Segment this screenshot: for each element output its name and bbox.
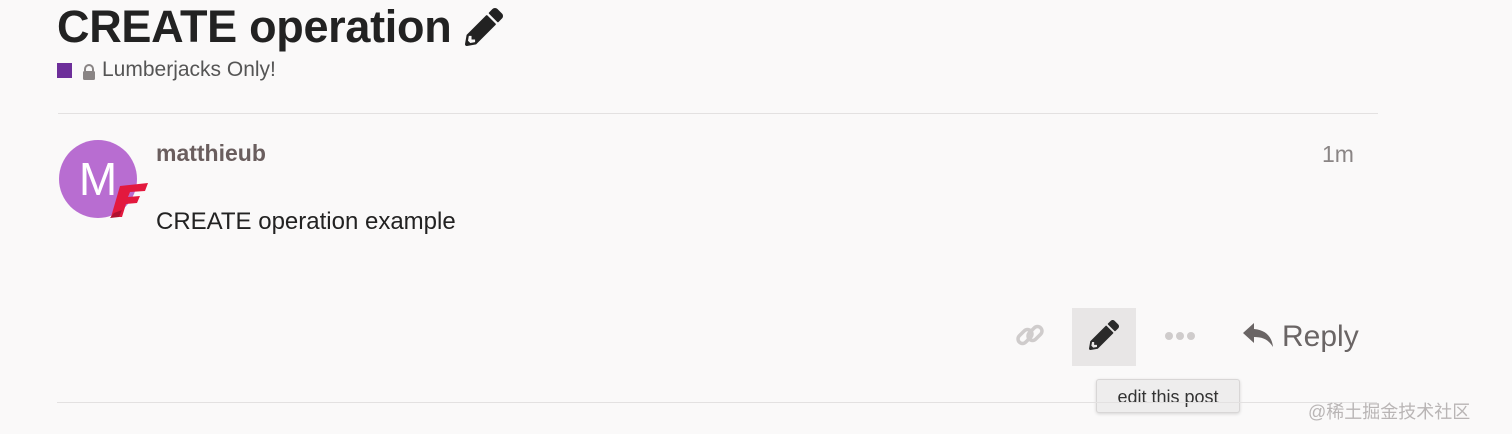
edit-title-pencil-icon[interactable] (465, 8, 504, 47)
post-body: CREATE operation example (156, 208, 456, 235)
ellipsis-icon (1164, 328, 1196, 346)
reply-button[interactable]: Reply (1232, 308, 1372, 366)
topic-title: CREATE operation (57, 1, 452, 52)
link-icon (1014, 319, 1046, 356)
edit-post-button[interactable] (1072, 308, 1136, 366)
category-name: Lumberjacks Only! (102, 58, 276, 81)
more-actions-button[interactable] (1153, 308, 1207, 366)
reply-arrow-icon (1242, 321, 1274, 354)
post-divider (57, 402, 1377, 403)
edit-tooltip: edit this post (1096, 379, 1240, 413)
category-badge[interactable]: Lumberjacks Only! (57, 58, 276, 82)
post-actions: Reply (0, 308, 1512, 366)
copy-link-button[interactable] (1003, 308, 1057, 366)
user-flair-icon (106, 180, 150, 220)
watermark: @稀土掘金技术社区 (1308, 402, 1471, 422)
post-author[interactable]: matthieub (156, 140, 266, 167)
topic-header: CREATE operation (57, 1, 504, 52)
lock-icon (82, 62, 96, 80)
reply-label: Reply (1282, 320, 1359, 353)
post-timestamp[interactable]: 1m (1322, 141, 1354, 168)
header-divider (58, 113, 1378, 114)
category-color-swatch (57, 62, 72, 78)
pencil-icon (1089, 319, 1119, 355)
